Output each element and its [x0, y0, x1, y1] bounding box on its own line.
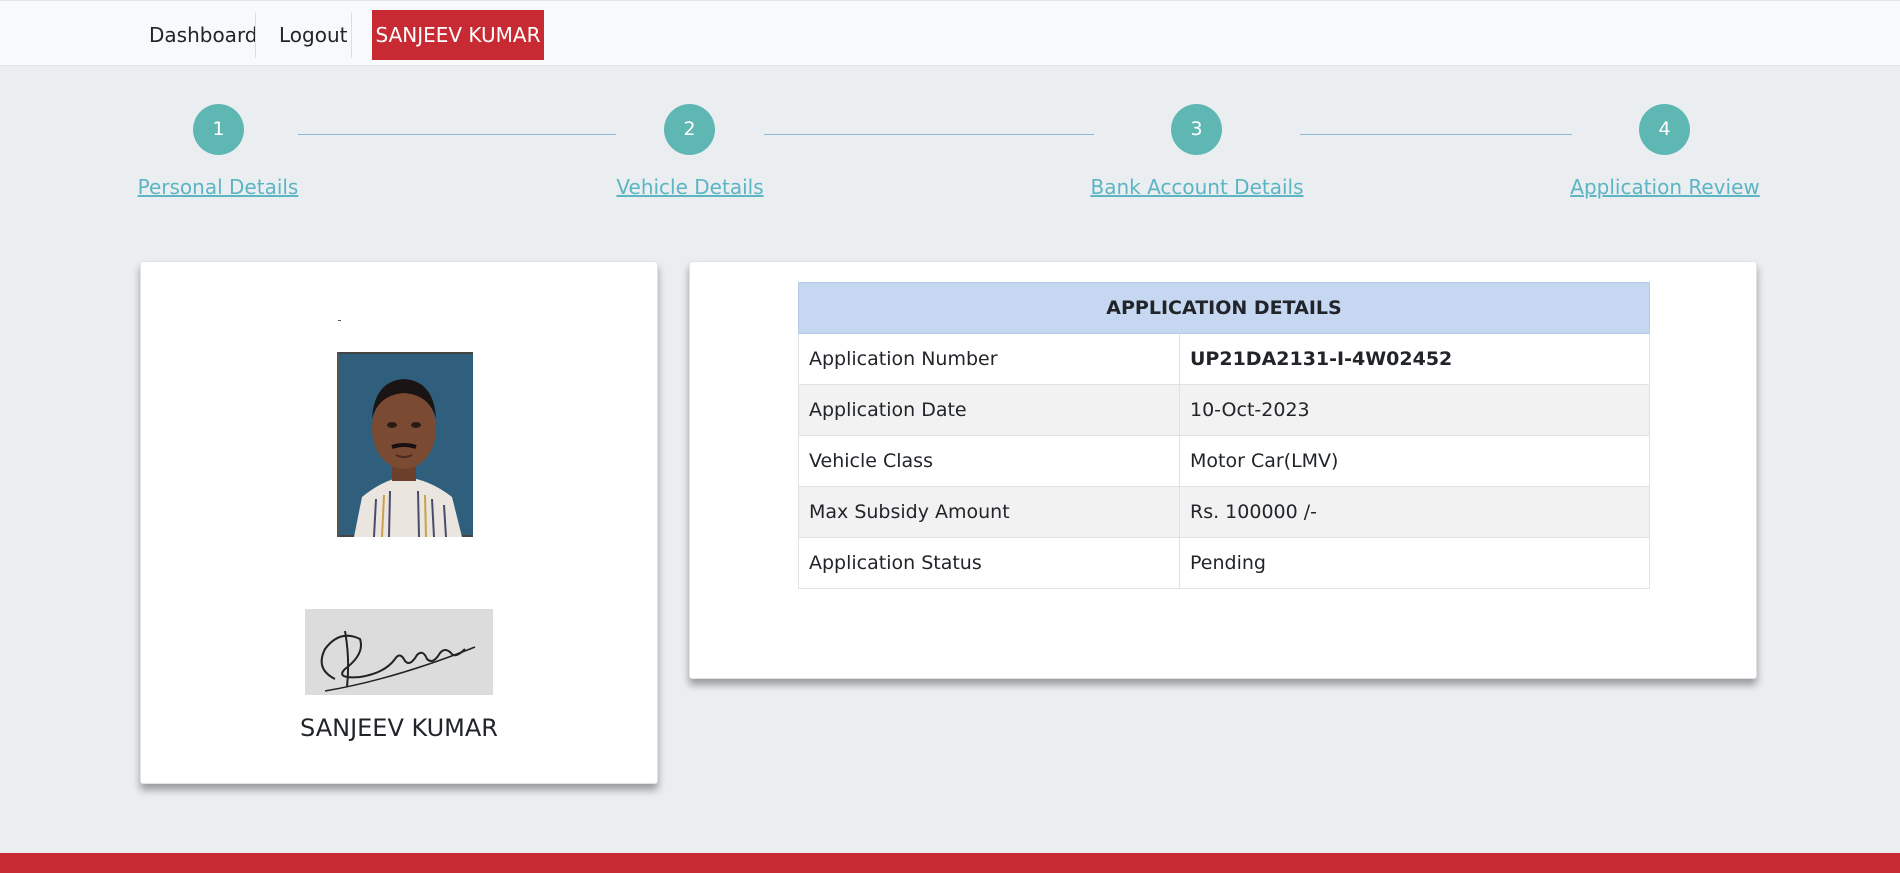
applicant-name: SANJEEV KUMAR: [300, 714, 498, 742]
step-2-circle: 2: [664, 104, 715, 155]
application-status-label: Application Status: [798, 537, 1180, 589]
step-application-review-link[interactable]: Application Review: [1570, 175, 1759, 199]
application-details-card: APPLICATION DETAILS Application Number U…: [689, 261, 1757, 679]
step-4-circle: 4: [1639, 104, 1690, 155]
table-row: Application Date 10-Oct-2023: [798, 384, 1650, 436]
applicant-photo: [334, 319, 474, 539]
application-date-value: 10-Oct-2023: [1179, 384, 1650, 436]
application-date-label: Application Date: [798, 384, 1180, 436]
nav-divider: [255, 12, 256, 58]
application-details-table: APPLICATION DETAILS Application Number U…: [798, 282, 1650, 589]
max-subsidy-value: Rs. 100000 /-: [1179, 486, 1650, 538]
nav-dashboard-link[interactable]: Dashboard: [149, 11, 258, 59]
step-bank-account-details-link[interactable]: Bank Account Details: [1090, 175, 1303, 199]
nav-divider: [351, 12, 352, 58]
table-row: Application Number UP21DA2131-I-4W02452: [798, 333, 1650, 385]
step-personal-details-link[interactable]: Personal Details: [138, 175, 299, 199]
nav-logout-link[interactable]: Logout: [279, 11, 347, 59]
applicant-profile-card: SANJEEV KUMAR: [140, 261, 658, 784]
max-subsidy-label: Max Subsidy Amount: [798, 486, 1180, 538]
user-name-button[interactable]: SANJEEV KUMAR: [372, 10, 544, 60]
table-row: Application Status Pending: [798, 537, 1650, 589]
step-connector: [764, 134, 1094, 135]
step-1-circle: 1: [193, 104, 244, 155]
step-3-circle: 3: [1171, 104, 1222, 155]
application-details-title: APPLICATION DETAILS: [798, 282, 1650, 334]
applicant-signature: [305, 609, 493, 695]
table-row: Max Subsidy Amount Rs. 100000 /-: [798, 486, 1650, 538]
application-number-value: UP21DA2131-I-4W02452: [1179, 333, 1650, 385]
step-connector: [1300, 134, 1572, 135]
vehicle-class-label: Vehicle Class: [798, 435, 1180, 487]
step-connector: [298, 134, 616, 135]
application-number-label: Application Number: [798, 333, 1180, 385]
footer-bar: [0, 853, 1900, 873]
table-row: Vehicle Class Motor Car(LMV): [798, 435, 1650, 487]
vehicle-class-value: Motor Car(LMV): [1179, 435, 1650, 487]
application-status-value: Pending: [1179, 537, 1650, 589]
top-navbar: Dashboard Logout SANJEEV KUMAR: [0, 0, 1900, 66]
step-vehicle-details-link[interactable]: Vehicle Details: [616, 175, 763, 199]
